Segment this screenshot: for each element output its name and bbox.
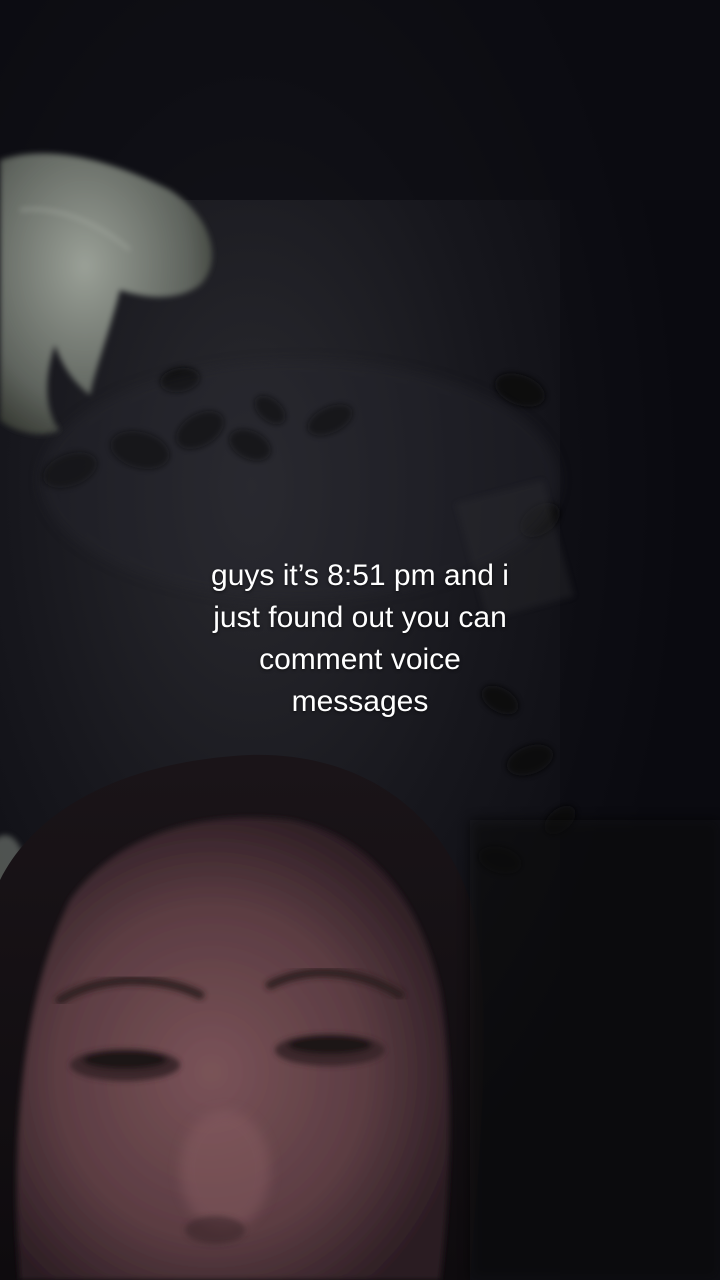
caption-line-3: comment voice	[259, 643, 461, 676]
video-caption: guys it’s 8:51 pm and i just found out y…	[0, 555, 720, 723]
caption-line-1: guys it’s 8:51 pm and i	[211, 559, 509, 592]
caption-line-2: just found out you can	[213, 601, 507, 634]
video-frame[interactable]: guys it’s 8:51 pm and i just found out y…	[0, 0, 720, 1280]
caption-line-4: messages	[291, 685, 429, 718]
